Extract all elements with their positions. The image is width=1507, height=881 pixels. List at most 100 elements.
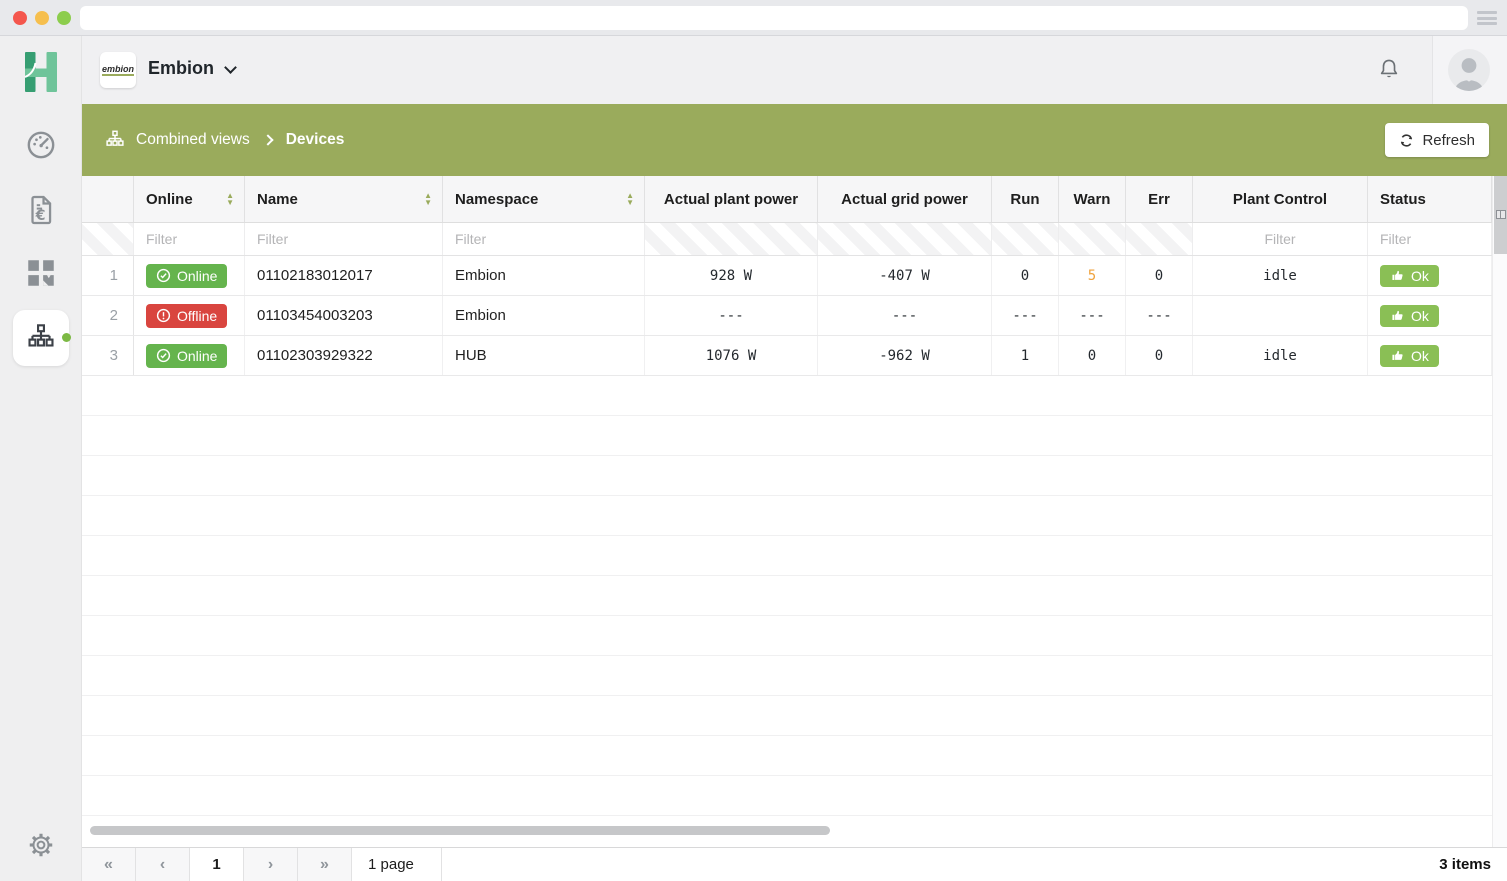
empty-row: [82, 456, 1492, 496]
cell-grid_power: ---: [818, 296, 992, 335]
cell-online: Online: [134, 256, 245, 295]
cell-index: 1: [82, 256, 134, 295]
items-count: 3 items: [1439, 848, 1507, 881]
sort-icon[interactable]: ▲▼: [626, 192, 634, 206]
cell-plant_power: ---: [645, 296, 818, 335]
status-ok-badge: Ok: [1380, 345, 1439, 367]
table-row[interactable]: 1Online01102183012017Embion928 W-407 W05…: [82, 256, 1492, 296]
cell-warn: 0: [1059, 336, 1126, 375]
sidebar-item-dashboard[interactable]: [0, 117, 82, 173]
devices-table: Online▲▼Name▲▼Namespace▲▼Actual plant po…: [82, 176, 1492, 847]
cell-index: 2: [82, 296, 134, 335]
filter-input-name[interactable]: [245, 223, 442, 255]
app-header: embion Embion: [82, 36, 1507, 104]
column-label: Actual plant power: [664, 191, 798, 208]
page-info: 1 page: [352, 848, 442, 881]
filter-disabled-cell-run: [992, 223, 1059, 255]
empty-row: [82, 736, 1492, 776]
filter-cell-name: [245, 223, 443, 255]
filter-cell-online: [134, 223, 245, 255]
horizontal-scrollbar-thumb[interactable]: [90, 826, 830, 835]
sidebar-item-billing[interactable]: [0, 182, 82, 238]
alert-circle-icon: [156, 308, 171, 323]
filter-input-namespace[interactable]: [443, 223, 644, 255]
browser-menu-icon[interactable]: [1477, 11, 1497, 25]
pagination-last-button[interactable]: »: [298, 848, 352, 881]
chevron-down-icon[interactable]: [224, 61, 237, 74]
sidebar-item-devices[interactable]: [13, 310, 69, 366]
refresh-label: Refresh: [1422, 132, 1475, 149]
column-label: Online: [146, 191, 193, 208]
filter-disabled-cell-index: [82, 223, 134, 255]
sort-icon[interactable]: ▲▼: [226, 192, 234, 206]
column-header-status: Status: [1368, 176, 1492, 222]
column-header-run: Run: [992, 176, 1059, 222]
cell-err: 0: [1126, 256, 1193, 295]
maximize-window-button[interactable]: [57, 11, 71, 25]
filter-disabled-cell-plant_power: [645, 223, 818, 255]
filter-cell-namespace: [443, 223, 645, 255]
network-tree-icon: [104, 129, 126, 151]
table-header-row: Online▲▼Name▲▼Namespace▲▼Actual plant po…: [82, 176, 1492, 223]
cell-namespace: Embion: [443, 296, 645, 335]
cell-grid_power: -407 W: [818, 256, 992, 295]
column-header-name[interactable]: Name ▲▼: [245, 176, 443, 222]
column-label: Run: [1010, 191, 1039, 208]
empty-row: [82, 696, 1492, 736]
filter-input-status[interactable]: [1368, 223, 1491, 255]
sidebar-item-settings[interactable]: [0, 817, 82, 873]
cell-warn: 5: [1059, 256, 1126, 295]
column-settings-icon[interactable]: [1496, 210, 1506, 219]
cell-run: ---: [992, 296, 1059, 335]
filter-input-online[interactable]: [134, 223, 244, 255]
org-title[interactable]: Embion: [148, 58, 214, 79]
sidebar-item-modules[interactable]: [0, 245, 82, 301]
pagination-prev-button[interactable]: ‹: [136, 848, 190, 881]
online-status-badge: Online: [146, 264, 227, 288]
network-tree-icon: [25, 322, 57, 354]
column-label: Name: [257, 191, 298, 208]
breadcrumb-current: Devices: [286, 131, 345, 149]
address-bar[interactable]: [80, 6, 1468, 30]
app-logo[interactable]: [19, 49, 63, 95]
column-header-namespace[interactable]: Namespace▲▼: [443, 176, 645, 222]
cell-plant_control: idle: [1193, 256, 1368, 295]
column-header-index: [82, 176, 134, 222]
gauge-icon: [24, 128, 58, 162]
table-body: 1Online01102183012017Embion928 W-407 W05…: [82, 256, 1492, 816]
user-avatar[interactable]: [1447, 48, 1491, 92]
empty-row: [82, 576, 1492, 616]
breadcrumb: Combined views Devices: [104, 104, 344, 176]
bell-icon[interactable]: [1376, 57, 1402, 83]
filter-input-plant_control[interactable]: [1193, 223, 1367, 255]
column-label: Warn: [1074, 191, 1111, 208]
cell-name: 01103454003203: [245, 296, 443, 335]
column-label: Err: [1148, 191, 1170, 208]
sort-icon[interactable]: ▲▼: [424, 192, 432, 206]
check-circle-icon: [156, 348, 171, 363]
cell-online: Online: [134, 336, 245, 375]
table-row[interactable]: 2Offline01103454003203Embion------------…: [82, 296, 1492, 336]
org-logo-text: embion: [102, 64, 134, 76]
table-row[interactable]: 3Online01102303929322HUB1076 W-962 W100i…: [82, 336, 1492, 376]
cell-warn: ---: [1059, 296, 1126, 335]
pagination-bar: « ‹ 1 › » 1 page 3 items: [82, 847, 1507, 881]
cell-name: 01102183012017: [245, 256, 443, 295]
org-logo[interactable]: embion: [100, 52, 136, 88]
column-header-online[interactable]: Online ▲▼: [134, 176, 245, 222]
breadcrumb-root[interactable]: Combined views: [136, 131, 250, 149]
pagination-current-page[interactable]: 1: [190, 848, 244, 881]
empty-row: [82, 416, 1492, 456]
refresh-button[interactable]: Refresh: [1385, 123, 1489, 157]
status-ok-badge: Ok: [1380, 305, 1439, 327]
pagination-first-button[interactable]: «: [82, 848, 136, 881]
main-area: embion Embion Combined views Devices Ref…: [82, 36, 1507, 881]
close-window-button[interactable]: [13, 11, 27, 25]
cell-namespace: HUB: [443, 336, 645, 375]
filter-disabled-cell-grid_power: [818, 223, 992, 255]
cell-plant_power: 928 W: [645, 256, 818, 295]
pagination-next-button[interactable]: ›: [244, 848, 298, 881]
thumb-up-icon: [1390, 308, 1405, 323]
invoice-euro-icon: [24, 193, 58, 227]
minimize-window-button[interactable]: [35, 11, 49, 25]
